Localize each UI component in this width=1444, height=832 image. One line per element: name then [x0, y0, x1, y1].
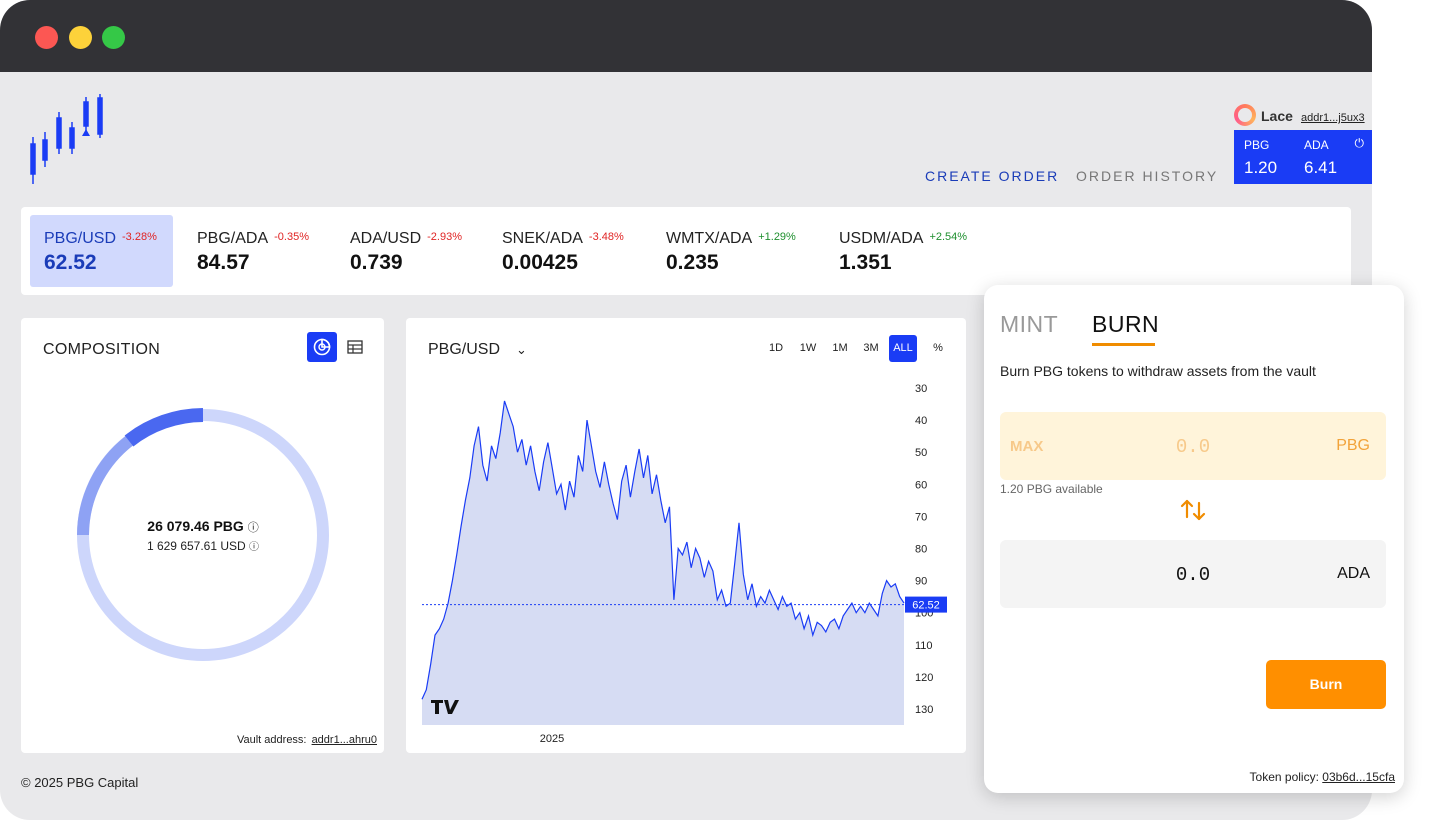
x-tick-label: 2025 — [540, 733, 564, 745]
composition-donut-chart[interactable] — [21, 318, 384, 753]
ticker-value: 62.52 — [44, 251, 97, 274]
info-icon[interactable]: ⓘ — [249, 542, 259, 553]
mint-burn-panel: MINT BURN Burn PBG tokens to withdraw as… — [984, 285, 1404, 793]
y-tick-label: 120 — [915, 672, 933, 684]
price-area-fill — [422, 400, 904, 725]
token-policy-label: Token policy: — [1249, 770, 1319, 784]
price-chart[interactable]: 1301201101009080706050403062.522025 — [406, 318, 966, 753]
ticker-pair: SNEK/ADA — [502, 230, 583, 247]
burn-input-field[interactable]: MAX 0.0 PBG — [1000, 412, 1386, 480]
ticker-pbg-ada[interactable]: PBG/ADA -0.35% 84.57 — [183, 215, 323, 287]
wallet-token2-label: ADA — [1304, 138, 1329, 152]
y-tick-label: 110 — [915, 640, 933, 652]
composition-total-pbg: 26 079.46 PBG ⓘ — [21, 518, 385, 535]
ticker-pair: ADA/USD — [350, 230, 422, 247]
wallet-token2-value: 6.41 — [1304, 158, 1338, 177]
wallet-name: Lace — [1261, 108, 1293, 124]
vault-address-row: Vault address: addr1...ahru0 — [237, 734, 377, 746]
footer-copyright: © 2025 PBG Capital — [21, 775, 139, 790]
swap-arrows-icon[interactable] — [1179, 497, 1207, 523]
lace-wallet-icon — [1234, 104, 1256, 126]
power-icon[interactable]: ⏻ — [1355, 136, 1365, 151]
burn-input-unit: PBG — [1336, 437, 1370, 454]
vault-address-link[interactable]: addr1...ahru0 — [312, 734, 377, 746]
maximize-window-button[interactable] — [102, 26, 125, 49]
wallet-token1-label: PBG — [1244, 138, 1270, 152]
burn-description: Burn PBG tokens to withdraw assets from … — [1000, 363, 1316, 379]
y-tick-label: 30 — [915, 383, 927, 395]
tab-active-underline — [1092, 343, 1155, 346]
ticker-change: -2.93% — [427, 231, 462, 243]
ticker-change: +2.54% — [929, 231, 968, 243]
burn-output-unit: ADA — [1337, 565, 1370, 582]
ticker-wmtx-ada[interactable]: WMTX/ADA +1.29% 0.235 — [652, 215, 802, 287]
available-balance: 1.20 PBG available — [1000, 482, 1103, 496]
ticker-value: 0.235 — [666, 251, 719, 274]
ticker-pair: WMTX/ADA — [666, 230, 753, 247]
burn-input-value[interactable]: 0.0 — [1000, 436, 1386, 458]
ticker-pbg-usd[interactable]: PBG/USD -3.28% 62.52 — [30, 215, 173, 287]
ticker-bar: PBG/USD -3.28% 62.52 PBG/ADA -0.35% 84.57 … — [21, 207, 1351, 295]
token-policy-link[interactable]: 03b6d...15cfa — [1322, 770, 1395, 784]
vault-label: Vault address: — [236, 734, 307, 746]
y-tick-label: 40 — [915, 415, 927, 427]
nav-order-history[interactable]: ORDER HISTORY — [1076, 168, 1218, 184]
burn-output-value: 0.0 — [1175, 564, 1211, 586]
ticker-value: 84.57 — [197, 251, 250, 274]
tab-burn[interactable]: BURN — [1092, 311, 1159, 338]
ticker-usdm-ada[interactable]: USDM/ADA +2.54% 1.351 — [825, 215, 975, 287]
ticker-change: +1.29% — [758, 231, 796, 243]
ticker-value: 1.351 — [839, 251, 892, 274]
ticker-value: 0.739 — [350, 251, 403, 274]
burn-button[interactable]: Burn — [1266, 660, 1386, 709]
total-pbg-value: 26 079.46 PBG — [147, 518, 244, 534]
ticker-value: 0.00425 — [502, 251, 578, 274]
y-tick-label: 90 — [915, 576, 927, 588]
current-price-label: 62.52 — [912, 600, 940, 612]
y-tick-label: 60 — [915, 479, 927, 491]
ticker-change: -3.48% — [588, 231, 624, 243]
total-usd-value: 1 629 657.61 USD — [146, 539, 246, 553]
ticker-change: -3.28% — [122, 231, 157, 243]
composition-card: COMPOSITION 26 079.46 PBG ⓘ 1 629 657.61… — [21, 318, 384, 753]
ticker-ada-usd[interactable]: ADA/USD -2.93% 0.739 — [336, 215, 476, 287]
tradingview-logo-icon — [431, 700, 459, 714]
ticker-pair: PBG/ADA — [197, 230, 269, 247]
info-icon[interactable]: ⓘ — [248, 522, 259, 534]
token-policy-row: Token policy: 03b6d...15cfa — [1250, 770, 1395, 784]
title-bar — [0, 0, 1372, 72]
close-window-button[interactable] — [35, 26, 58, 49]
ticker-pair: PBG/USD — [44, 230, 117, 247]
nav-create-order[interactable]: CREATE ORDER — [925, 168, 1059, 184]
wallet-token1-value: 1.20 — [1244, 158, 1278, 177]
y-tick-label: 130 — [915, 704, 933, 716]
y-tick-label: 70 — [915, 511, 927, 523]
ticker-change: -0.35% — [274, 231, 309, 243]
price-chart-card: PBG/USD ⌄ 1D 1W 1M 3M ALL % 130 120 110 100 9… — [406, 318, 966, 753]
burn-output-field: 0.0 ADA — [1000, 540, 1386, 608]
wallet-balance-box: PBG ADA ⏻ 1.20 6.41 — [1234, 130, 1372, 184]
minimize-window-button[interactable] — [69, 26, 92, 49]
tab-mint[interactable]: MINT — [1000, 311, 1058, 338]
candlestick-logo-icon[interactable] — [28, 92, 108, 187]
y-tick-label: 80 — [915, 544, 927, 556]
y-tick-label: 50 — [915, 447, 927, 459]
wallet-address[interactable]: addr1...j5ux3 — [1301, 112, 1365, 124]
composition-total-usd: 1 629 657.61 USD ⓘ — [21, 538, 385, 553]
ticker-snek-ada[interactable]: SNEK/ADA -3.48% 0.00425 — [488, 215, 638, 287]
ticker-pair: USDM/ADA — [839, 230, 924, 247]
